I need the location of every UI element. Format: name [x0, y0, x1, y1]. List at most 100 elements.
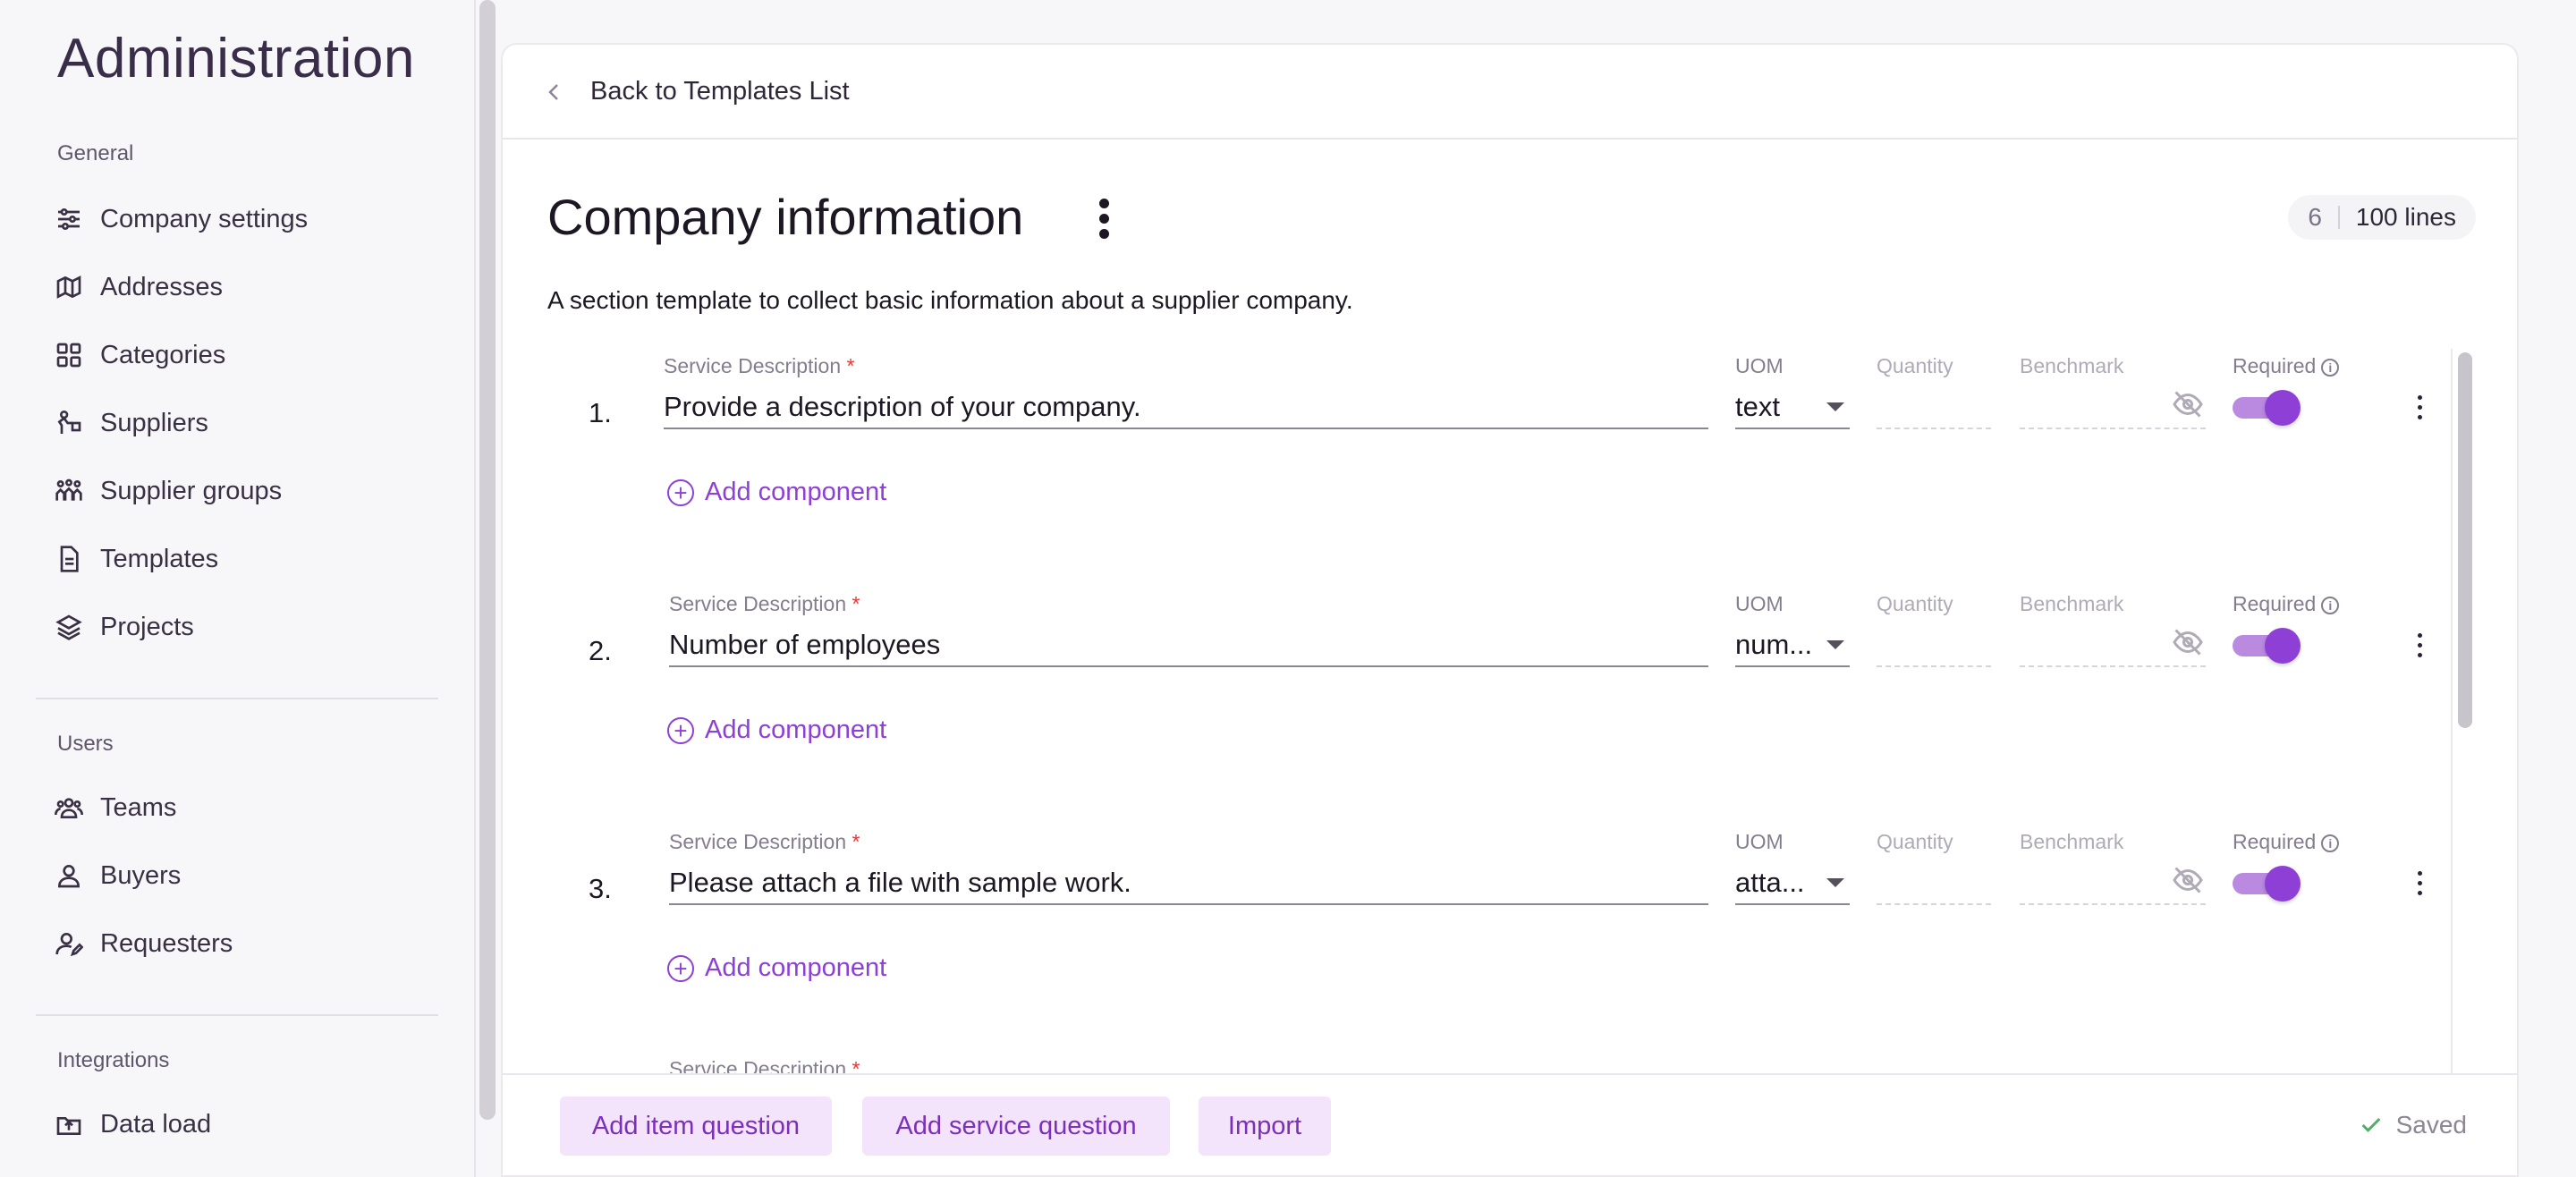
quantity-input[interactable] — [1877, 903, 1991, 905]
sliders-icon — [54, 204, 84, 234]
template-description: A section template to collect basic info… — [547, 286, 1353, 314]
service-description-input[interactable]: Provide a description of your company. — [664, 386, 1708, 429]
required-label: Required i — [2233, 354, 2340, 378]
layers-icon — [54, 612, 84, 642]
plus-circle-icon: + — [667, 716, 694, 744]
sidebar-title: Administration — [57, 28, 415, 89]
sidebar-item-addresses[interactable]: Addresses — [54, 265, 223, 309]
team-icon — [54, 792, 84, 823]
sidebar-item-buyers[interactable]: Buyers — [54, 853, 181, 898]
row-number: 3. — [589, 873, 612, 904]
sidebar: Administration General Company settings … — [0, 0, 476, 1177]
sidebar-item-templates[interactable]: Templates — [54, 537, 218, 581]
required-toggle[interactable] — [2233, 866, 2301, 902]
sidebar-item-requesters[interactable]: Requesters — [54, 921, 233, 966]
required-label: Required i — [2233, 592, 2340, 616]
lines-total: 100 lines — [2355, 203, 2456, 231]
service-description-label: Service Description * — [669, 830, 860, 853]
section-label-users: Users — [57, 732, 114, 756]
required-toggle[interactable] — [2233, 628, 2301, 664]
page-title: Company information — [547, 189, 1024, 245]
section-label-general: General — [57, 141, 134, 165]
quantity-input[interactable] — [1877, 428, 1991, 429]
sidebar-item-label: Data load — [100, 1109, 212, 1139]
import-button[interactable]: Import — [1199, 1097, 1331, 1156]
sidebar-item-label: Company settings — [100, 204, 309, 233]
user-icon — [54, 860, 84, 891]
sidebar-item-label: Templates — [100, 544, 219, 573]
upload-icon — [54, 1109, 84, 1139]
chevron-left-icon — [544, 80, 565, 102]
grid-icon — [54, 340, 84, 370]
benchmark-label: Benchmark — [2020, 830, 2124, 853]
row-more-options-icon[interactable] — [2413, 871, 2426, 902]
sidebar-item-supplier-groups[interactable]: Supplier groups — [54, 469, 282, 513]
benchmark-input[interactable] — [2020, 903, 2206, 905]
sidebar-item-categories[interactable]: Categories — [54, 333, 225, 377]
caret-down-icon — [1826, 878, 1844, 887]
divider — [36, 1014, 438, 1016]
service-description-input[interactable]: Number of employees — [669, 624, 1708, 667]
check-icon — [2361, 1117, 2380, 1132]
uom-select[interactable]: num... — [1735, 624, 1850, 667]
question-row: 1. Service Description * UOM Quantity Be… — [503, 354, 2479, 592]
caret-down-icon — [1826, 402, 1844, 411]
sidebar-item-label: Addresses — [100, 272, 224, 301]
sidebar-item-company-settings[interactable]: Company settings — [54, 197, 308, 241]
quantity-input[interactable] — [1877, 665, 1991, 667]
eye-off-icon[interactable] — [2172, 388, 2206, 422]
sidebar-item-projects[interactable]: Projects — [54, 605, 194, 649]
sidebar-item-label: Categories — [100, 340, 226, 369]
service-description-label: Service Description * — [669, 592, 860, 615]
service-description-input[interactable]: Please attach a file with sample work. — [669, 862, 1708, 905]
sidebar-item-suppliers[interactable]: Suppliers — [54, 401, 208, 445]
map-icon — [54, 272, 84, 302]
sidebar-scrollbar[interactable] — [479, 0, 496, 1120]
benchmark-label: Benchmark — [2020, 354, 2124, 377]
uom-value: num... — [1735, 629, 1813, 660]
add-item-question-button[interactable]: Add item question — [560, 1097, 832, 1156]
benchmark-input[interactable] — [2020, 428, 2206, 429]
saved-status: Saved — [2359, 1111, 2467, 1139]
back-to-templates-link[interactable]: Back to Templates List — [544, 77, 850, 106]
info-icon: i — [2321, 834, 2340, 852]
sidebar-item-label: Projects — [100, 612, 194, 641]
user-edit-icon — [54, 928, 84, 959]
uom-select[interactable]: atta... — [1735, 862, 1850, 905]
quantity-label: Quantity — [1877, 592, 1953, 615]
benchmark-label: Benchmark — [2020, 592, 2124, 615]
document-icon — [54, 544, 84, 574]
lines-count: 6 — [2308, 203, 2322, 231]
sidebar-item-label: Teams — [100, 792, 177, 822]
sidebar-item-teams[interactable]: Teams — [54, 785, 176, 830]
add-component-button[interactable]: + Add component — [667, 953, 886, 983]
required-toggle[interactable] — [2233, 390, 2301, 426]
add-component-button[interactable]: + Add component — [667, 478, 886, 507]
add-component-button[interactable]: + Add component — [667, 716, 886, 745]
info-icon: i — [2321, 358, 2340, 377]
sidebar-item-label: Supplier groups — [100, 476, 283, 505]
plus-circle-icon: + — [667, 478, 694, 506]
sidebar-item-data-load[interactable]: Data load — [54, 1102, 211, 1147]
eye-off-icon[interactable] — [2172, 626, 2206, 660]
uom-label: UOM — [1735, 830, 1784, 853]
group-icon — [54, 476, 84, 506]
question-row: 3. Service Description * UOM Quantity Be… — [503, 830, 2479, 1068]
sidebar-item-label: Requesters — [100, 928, 233, 958]
benchmark-input[interactable] — [2020, 665, 2206, 667]
more-options-icon[interactable] — [1093, 199, 1114, 241]
supplier-icon — [54, 408, 84, 438]
lines-badge: 6 100 lines — [2288, 195, 2476, 240]
uom-select[interactable]: text — [1735, 386, 1850, 429]
info-icon: i — [2321, 596, 2340, 614]
row-more-options-icon[interactable] — [2413, 395, 2426, 426]
badge-separator — [2337, 206, 2340, 229]
section-label-integrations: Integrations — [57, 1048, 170, 1072]
content-scrollbar[interactable] — [2458, 352, 2472, 728]
eye-off-icon[interactable] — [2172, 864, 2206, 898]
add-service-question-button[interactable]: Add service question — [862, 1097, 1170, 1156]
uom-value: text — [1735, 391, 1780, 422]
service-description-label: Service Description * — [664, 354, 855, 377]
row-number: 2. — [589, 635, 612, 666]
row-more-options-icon[interactable] — [2413, 633, 2426, 664]
